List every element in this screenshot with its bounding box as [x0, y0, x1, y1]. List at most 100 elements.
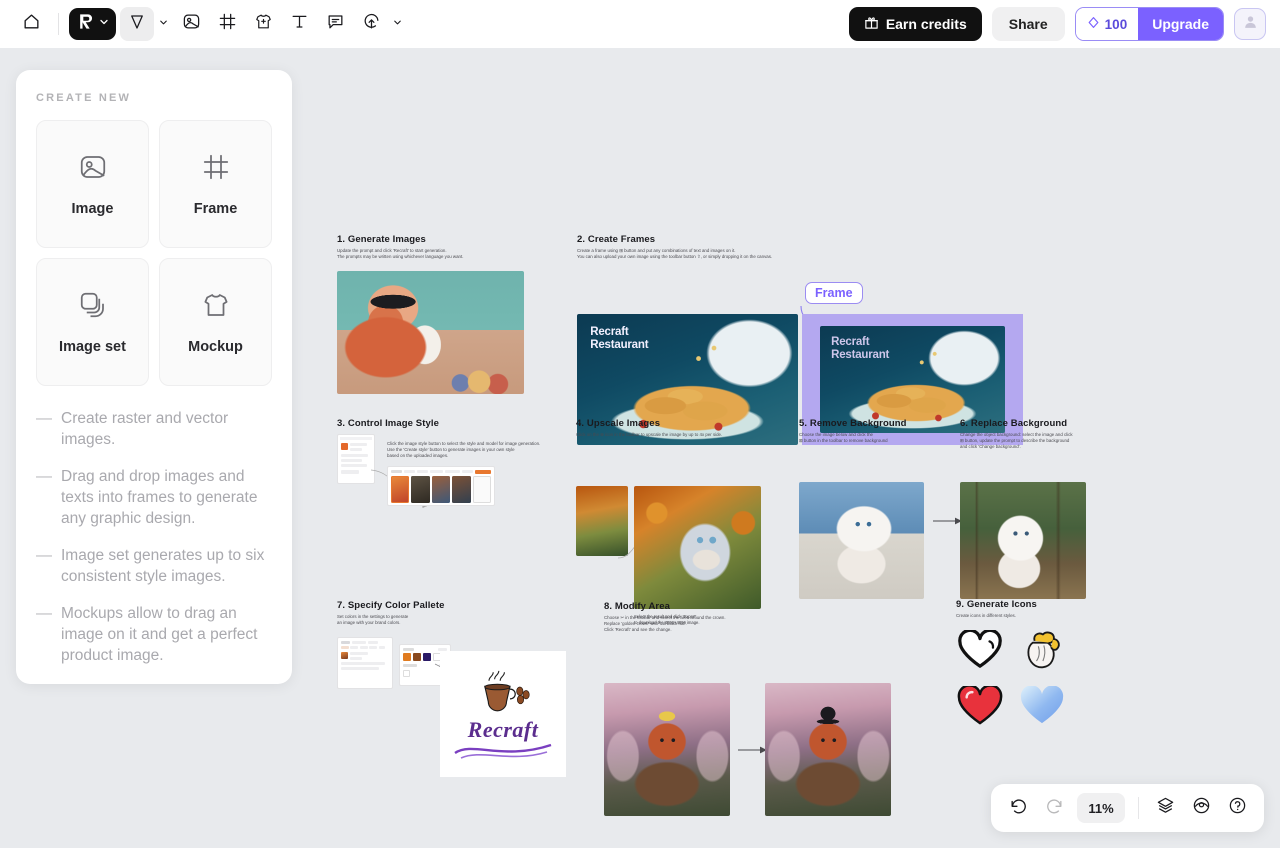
style-thumb[interactable] — [472, 476, 491, 503]
canvas-section-8[interactable]: 8. Modify Area Choose ✂ in the toolbar a… — [604, 601, 894, 816]
section-title: 7. Specify Color Pallete — [337, 600, 445, 611]
comment-icon — [326, 12, 345, 36]
bullet-dash-icon: — — [36, 410, 52, 427]
style-thumb[interactable] — [411, 476, 430, 503]
section-title: 1. Generate Images — [337, 234, 426, 245]
cursor-select-icon — [128, 13, 146, 36]
canvas-section-9[interactable]: 9. Generate Icons Create icons in differ… — [956, 599, 1076, 725]
frame-badge-wrap[interactable]: Frame — [800, 282, 863, 339]
create-image-set-label: Image set — [59, 338, 126, 355]
section-title: 2. Create Frames — [577, 234, 656, 245]
layers-button[interactable] — [1148, 791, 1182, 825]
select-tool-caret[interactable] — [154, 9, 172, 39]
prompt-settings-panel[interactable] — [337, 637, 393, 689]
user-avatar[interactable] — [1234, 8, 1266, 40]
canvas-section-2[interactable]: 2. Create Frames Create a frame using ⊞ … — [577, 234, 1037, 445]
upgrade-button[interactable]: Upgrade — [1138, 8, 1223, 40]
earn-credits-button[interactable]: Earn credits — [848, 7, 982, 41]
icon-heart-blue-cell[interactable] — [1018, 682, 1066, 730]
app-root: Earn credits Share 100 Upgrade 1. Genera… — [0, 0, 1280, 848]
coffee-cup-logo-icon — [484, 670, 530, 711]
heart-outline-icon — [958, 630, 1002, 668]
text-tool-button[interactable] — [282, 7, 316, 41]
layers-icon — [1156, 796, 1175, 820]
create-image-set-card[interactable]: Image set — [36, 258, 149, 386]
select-tool-button[interactable] — [120, 7, 154, 41]
image-replaced-background[interactable] — [960, 482, 1086, 599]
preview-button[interactable] — [1184, 791, 1218, 825]
text-icon — [290, 12, 309, 36]
comment-tool-button[interactable] — [318, 7, 352, 41]
section-title: 8. Modify Area — [604, 601, 670, 612]
zoom-level-button[interactable]: 11% — [1077, 793, 1125, 823]
section-title: 6. Replace Background — [960, 418, 1068, 429]
home-icon — [22, 12, 41, 36]
section-description: Change the object background: select the… — [960, 432, 1073, 450]
image-stack-icon — [78, 290, 108, 325]
frame-tool-button[interactable] — [210, 7, 244, 41]
tshirt-mockup-icon — [254, 12, 273, 36]
canvas-section-5[interactable]: 5. Remove Background Choose the image be… — [799, 418, 934, 599]
upscaled-image-cat[interactable] — [634, 486, 761, 609]
restaurant-line-1: Recraft — [590, 325, 629, 338]
top-toolbar: Earn credits Share 100 Upgrade — [0, 0, 1280, 48]
generated-logo-image[interactable]: Recraft — [440, 651, 566, 777]
canvas-section-6[interactable]: 6. Replace Background Change the object … — [960, 418, 1090, 599]
share-label: Share — [1008, 16, 1048, 32]
create-mockup-card[interactable]: Mockup — [159, 258, 272, 386]
chevron-down-icon — [392, 15, 403, 33]
create-mockup-label: Mockup — [188, 338, 243, 355]
generated-image-man[interactable] — [337, 271, 524, 395]
bullet-text: Drag and drop images and texts into fram… — [61, 468, 258, 527]
swatch-brown[interactable] — [413, 653, 421, 662]
toolbar-left-group — [14, 7, 406, 41]
section-title: 9. Generate Icons — [956, 599, 1037, 610]
create-style-button[interactable] — [474, 469, 491, 474]
style-thumb[interactable] — [452, 476, 471, 503]
mockup-tool-button[interactable] — [246, 7, 280, 41]
help-question-icon — [1228, 796, 1247, 820]
canvas-section-1[interactable]: 1. Generate Images Update the prompt and… — [337, 234, 527, 395]
image-after-modify[interactable] — [765, 683, 891, 816]
list-item: — Create raster and vector images. — [36, 408, 272, 450]
section-title: 5. Remove Background — [799, 418, 907, 429]
tshirt-icon — [201, 290, 231, 325]
upload-tool-caret[interactable] — [388, 9, 406, 39]
frame-image-inside[interactable]: Recraft Restaurant — [820, 326, 1005, 433]
swatch-orange[interactable] — [403, 653, 411, 662]
canvas-section-3[interactable]: 3. Control Image Style Click the image s… — [337, 418, 567, 509]
redo-button[interactable] — [1037, 791, 1071, 825]
chevron-down-icon — [158, 15, 169, 33]
image-icon — [182, 12, 201, 36]
undo-button[interactable] — [1001, 791, 1035, 825]
image-with-background[interactable] — [799, 482, 924, 599]
style-thumb[interactable] — [431, 476, 451, 503]
swatch-purple[interactable] — [423, 653, 431, 662]
section-description: Update the prompt and click 'Recraft' to… — [337, 248, 464, 260]
image-tool-button[interactable] — [174, 7, 208, 41]
toolbar-divider — [58, 13, 59, 35]
bullet-dash-icon: — — [36, 468, 52, 485]
style-picker-panel[interactable] — [387, 466, 495, 506]
home-button[interactable] — [14, 7, 48, 41]
image-before-modify[interactable] — [604, 683, 730, 816]
create-image-label: Image — [71, 200, 114, 217]
canvas-section-7[interactable]: 7. Specify Color Pallete Set colors in t… — [337, 600, 567, 777]
icon-heart-anatomical-cell[interactable] — [1018, 626, 1066, 674]
help-button[interactable] — [1220, 791, 1254, 825]
bullet-dash-icon: — — [36, 547, 52, 564]
credits-balance-button[interactable]: 100 — [1075, 8, 1139, 40]
frame-icon — [201, 152, 231, 187]
canvas-section-4[interactable]: 4. Upscale Images Click on the ⊕ icon in… — [576, 418, 776, 625]
upload-tool-button[interactable] — [354, 7, 388, 41]
icon-heart-outline-cell[interactable] — [956, 626, 1004, 674]
icon-heart-red-cell[interactable] — [956, 682, 1004, 730]
create-frame-card[interactable]: Frame — [159, 120, 272, 248]
recraft-logo-button[interactable] — [69, 8, 116, 40]
restaurant-line-2: Restaurant — [831, 348, 890, 361]
bullet-text: Mockups allow to drag an image on it and… — [61, 605, 258, 664]
create-cards-grid: Image Frame Image set Mockup — [36, 120, 272, 386]
create-image-card[interactable]: Image — [36, 120, 149, 248]
share-button[interactable]: Share — [991, 7, 1065, 41]
style-thumb[interactable] — [391, 476, 410, 503]
